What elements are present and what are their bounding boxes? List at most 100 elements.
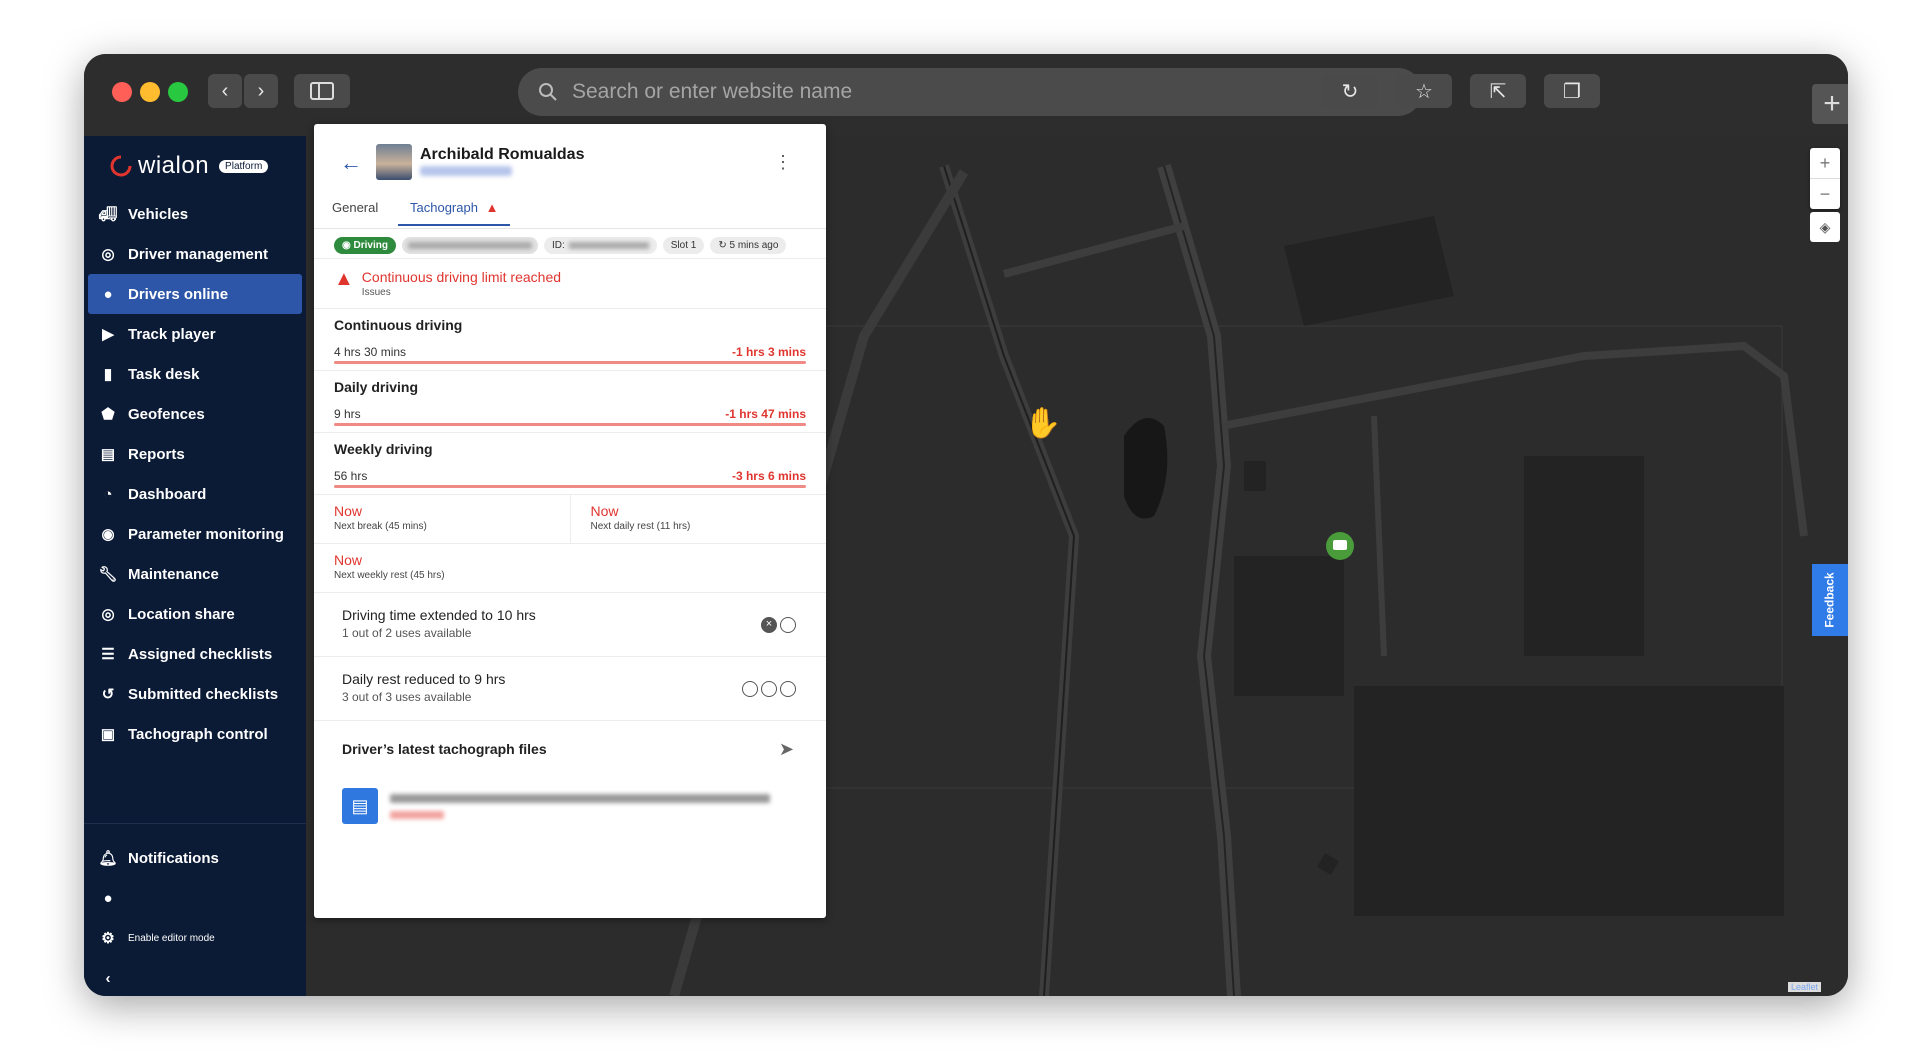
search-icon [539, 83, 557, 101]
tachograph-files-header: Driver’s latest tachograph files ➤ [314, 720, 826, 776]
avatar [376, 144, 412, 180]
nav-item-user[interactable]: ● [84, 878, 306, 918]
maximize-window-button[interactable] [168, 82, 188, 102]
nav-item-label: Maintenance [128, 565, 219, 583]
more-vertical-icon[interactable]: ⋮ [774, 152, 792, 173]
file-icon: ▤ [342, 788, 378, 824]
back-arrow-icon[interactable]: ← [340, 150, 362, 176]
extension-title: Daily rest reduced to 9 hrs [342, 671, 506, 687]
panel-tabs: General Tachograph ▲ [314, 192, 826, 229]
id-label: ID: [551, 240, 565, 251]
chevron-left-icon: ‹ [221, 79, 229, 102]
bookmark-button[interactable]: ☆ [1396, 74, 1452, 108]
layers-button[interactable]: ◈ [1810, 212, 1840, 242]
wialon-logo[interactable]: wialon Platform [110, 152, 269, 180]
task-icon: ▮ [103, 366, 113, 383]
metric-progress-bar [334, 423, 806, 426]
metric-delta: -1 hrs 3 mins [731, 345, 806, 359]
tab-general[interactable]: General [332, 200, 378, 225]
extension-driving: Driving time extended to 10 hrs 1 out of… [314, 592, 826, 656]
collapse-sidebar-button[interactable]: ‹ [84, 958, 306, 996]
zoom-control: + − [1810, 148, 1840, 209]
new-tab-button[interactable]: + [1812, 84, 1848, 124]
driver-subtitle-redacted [420, 166, 512, 176]
nav-item-reports[interactable]: ▤ Reports [84, 434, 306, 474]
nav-item-driver-management[interactable]: ◎ Driver management [84, 234, 306, 274]
extension-uses: × [761, 617, 796, 633]
nav-item-drivers-online[interactable]: ● Drivers online [88, 274, 302, 314]
nav-item-editor-mode[interactable]: ⚙ Enable editor mode [84, 918, 306, 958]
metric-row: Weekly driving 56 hrs -3 hrs 6 mins [314, 432, 826, 494]
refresh-icon: ↻ [718, 240, 730, 251]
metric-progress-bar [334, 361, 806, 364]
map-attribution[interactable]: Leaflet [1788, 982, 1822, 992]
user-icon: ● [103, 889, 113, 907]
nav-item-tachograph-control[interactable]: ▣ Tachograph control [84, 714, 306, 754]
nav-item-location-share[interactable]: ◎ Location share [84, 594, 306, 634]
next-rest-row: Now Next break (45 mins) Now Next daily … [314, 494, 826, 543]
nav-item-vehicles[interactable]: 🚚︎ Vehicles [84, 194, 306, 234]
metric-row: Daily driving 9 hrs -1 hrs 47 mins [314, 370, 826, 432]
slot-chip: Slot 1 [662, 237, 705, 254]
steering-wheel-icon: ◎ [101, 246, 115, 263]
nav-item-maintenance[interactable]: 🔧︎ Maintenance [84, 554, 306, 594]
nav-item-label: Geofences [128, 405, 205, 423]
next-break-label: Next break (45 mins) [334, 521, 427, 532]
address-placeholder: Search or enter website name [572, 80, 853, 103]
tab-tachograph[interactable]: Tachograph ▲ [398, 200, 511, 226]
issue-sub: Issues [361, 287, 391, 298]
file-name-redacted [390, 793, 770, 819]
nav-item-label: Tachograph control [128, 725, 268, 743]
metric-title: Continuous driving [334, 317, 463, 333]
next-break-value: Now [334, 503, 363, 519]
nav-item-dashboard[interactable]: ◔ Dashboard [84, 474, 306, 514]
files-title: Driver’s latest tachograph files [342, 741, 547, 757]
nav-item-label: Drivers online [128, 285, 229, 303]
updated-label: 5 mins ago [729, 240, 779, 251]
file-item[interactable]: ▤ [314, 776, 826, 836]
metric-value: 9 hrs [334, 407, 361, 421]
zoom-out-button[interactable]: − [1810, 178, 1840, 209]
send-icon[interactable]: ➤ [779, 739, 794, 760]
nav-item-task-desk[interactable]: ▮ Task desk [84, 354, 306, 394]
zoom-in-button[interactable]: + [1810, 148, 1840, 178]
back-button[interactable]: ‹ [208, 74, 242, 108]
nav-item-label: Notifications [128, 849, 219, 867]
tabs-button[interactable]: ❐ [1544, 74, 1600, 108]
next-daily-value: Now [590, 503, 619, 519]
layers-icon: ◈ [1819, 218, 1831, 235]
feedback-button[interactable]: Feedback [1812, 564, 1848, 636]
bell-icon: 🔔︎ [98, 850, 118, 867]
forward-button[interactable]: › [244, 74, 278, 108]
plus-icon: + [1823, 87, 1841, 120]
checklist-icon: ☰ [101, 646, 115, 663]
nav-item-geofences[interactable]: ⬟ Geofences [84, 394, 306, 434]
status-badge-label: Driving [353, 240, 388, 251]
available-circle-icon [780, 681, 796, 697]
nav-item-assigned-checklists[interactable]: ☰ Assigned checklists [84, 634, 306, 674]
sidebar: wialon Platform 🚚︎ Vehicles ◎ Driver manage… [84, 136, 306, 996]
metric-value: 4 hrs 30 mins [334, 345, 407, 359]
main-nav: 🚚︎ Vehicles ◎ Driver management ● Drivers onl… [84, 194, 306, 754]
address-bar[interactable]: Search or enter website name [518, 68, 1422, 116]
nav-item-label: Parameter monitoring [128, 525, 284, 543]
share-button[interactable]: ⇱ [1470, 74, 1526, 108]
metric-progress-bar [334, 485, 806, 488]
company-chip-redacted: x [401, 237, 538, 254]
available-circle-icon [742, 681, 758, 697]
nav-item-track-player[interactable]: ▶ Track player [84, 314, 306, 354]
vehicle-marker [1333, 540, 1347, 550]
nav-item-label: Track player [128, 325, 216, 343]
nav-item-submitted-checklists[interactable]: ↺ Submitted checklists [84, 674, 306, 714]
pentagon-icon: ⬟ [101, 406, 115, 423]
nav-item-parameter-monitoring[interactable]: ◉ Parameter monitoring [84, 514, 306, 554]
metric-value: 56 hrs [334, 469, 368, 483]
close-window-button[interactable] [112, 82, 132, 102]
minimize-window-button[interactable] [140, 82, 160, 102]
pie-chart-icon: ◔ [103, 485, 113, 503]
nav-item-notifications[interactable]: 🔔︎ Notifications [84, 838, 306, 878]
status-badge: ◉ Driving [334, 237, 396, 254]
tachograph-icon: ▣ [100, 726, 116, 743]
sidebar-toggle-button[interactable] [294, 74, 350, 108]
reload-button[interactable]: ↻ [1322, 74, 1378, 108]
